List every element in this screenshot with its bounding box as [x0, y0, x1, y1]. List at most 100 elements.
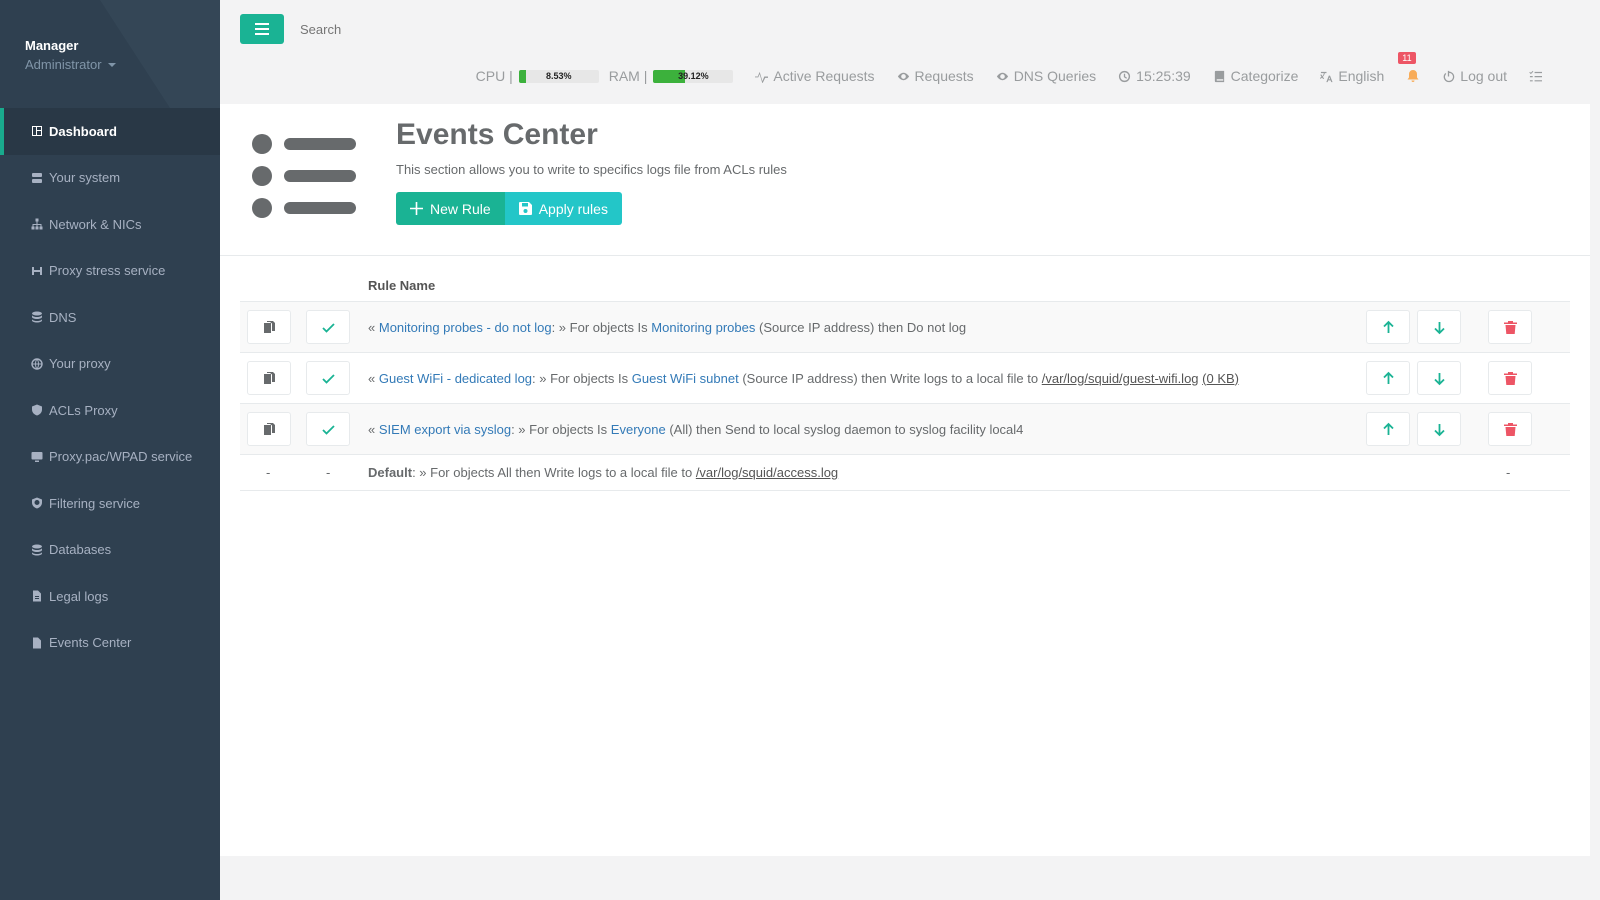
profile-background — [100, 0, 220, 108]
file-icon — [31, 590, 43, 602]
plus-icon — [410, 202, 423, 215]
requests-link[interactable]: Requests — [897, 68, 974, 84]
tasks-toggle[interactable] — [1529, 70, 1542, 83]
sidebar-item-your-proxy[interactable]: Your proxy — [0, 341, 220, 388]
sidebar-item-label: Your system — [49, 170, 121, 186]
apply-rules-button[interactable]: Apply rules — [504, 192, 622, 225]
sidebar-item-databases[interactable]: Databases — [0, 527, 220, 574]
table-row: « SIEM export via syslog: » For objects … — [240, 404, 1570, 455]
delete-button[interactable] — [1488, 310, 1532, 344]
object-link[interactable]: Everyone — [611, 422, 666, 437]
sidebar-item-label: Proxy.pac/WPAD service — [49, 449, 193, 465]
dash: - — [326, 465, 331, 480]
duplicate-button[interactable] — [247, 361, 291, 395]
check-icon — [321, 322, 335, 333]
footer-strip — [220, 856, 1600, 900]
move-down-button[interactable] — [1417, 361, 1461, 395]
move-up-button[interactable] — [1366, 361, 1410, 395]
move-up-button[interactable] — [1366, 412, 1410, 446]
categorize-link[interactable]: Categorize — [1213, 68, 1299, 84]
rule-description: « SIEM export via syslog: » For objects … — [368, 421, 1024, 437]
log-path-link[interactable]: /var/log/squid/guest-wifi.log — [1042, 371, 1199, 386]
table-row: « Guest WiFi - dedicated log: » For obje… — [240, 353, 1570, 404]
enable-toggle[interactable] — [306, 412, 350, 446]
dash: - — [266, 465, 271, 480]
move-down-button[interactable] — [1417, 310, 1461, 344]
delete-button[interactable] — [1488, 361, 1532, 395]
database-icon — [31, 311, 43, 323]
arrow-down-icon — [1433, 372, 1445, 385]
rule-description: « Guest WiFi - dedicated log: » For obje… — [368, 370, 1240, 386]
action-buttons: New Rule Apply rules — [396, 192, 622, 225]
ram-percent: 39.12% — [678, 70, 709, 81]
copy-icon — [263, 371, 275, 384]
arrow-up-icon — [1382, 320, 1394, 333]
rule-name-link[interactable]: Guest WiFi - dedicated log — [379, 371, 532, 386]
arrow-down-icon — [1433, 321, 1445, 334]
trash-icon — [1503, 371, 1517, 385]
page-header: Events Center This section allows you to… — [220, 104, 1590, 256]
default-rule-description: Default: » For objects All then Write lo… — [368, 465, 839, 480]
database-icon — [31, 544, 43, 556]
sidebar-item-dashboard[interactable]: Dashboard — [0, 108, 220, 155]
object-link[interactable]: Monitoring probes — [651, 320, 755, 335]
sidebar-item-acls-proxy[interactable]: ACLs Proxy — [0, 387, 220, 434]
ram-label: RAM | — [608, 68, 648, 84]
delete-button[interactable] — [1488, 412, 1532, 446]
dns-queries-label: DNS Queries — [1013, 68, 1097, 84]
sidebar-item-proxy-pac[interactable]: Proxy.pac/WPAD service — [0, 434, 220, 481]
active-requests-label: Active Requests — [773, 68, 875, 84]
enable-toggle[interactable] — [306, 361, 350, 395]
dns-queries-link[interactable]: DNS Queries — [996, 68, 1096, 84]
profile-role-dropdown[interactable]: Administrator — [25, 57, 220, 72]
rule-name-link[interactable]: Monitoring probes - do not log — [379, 320, 552, 335]
sidebar-item-label: Network & NICs — [49, 216, 142, 232]
network-icon — [31, 218, 43, 230]
bell-icon: 11 — [1398, 52, 1420, 83]
cpu-percent: 8.53% — [545, 70, 572, 81]
enable-toggle[interactable] — [306, 310, 350, 344]
sidebar-item-proxy-stress[interactable]: Proxy stress service — [0, 248, 220, 295]
logout-button[interactable]: Log out — [1442, 68, 1507, 84]
translate-icon — [1320, 71, 1333, 82]
notifications-button[interactable]: 11 — [1398, 52, 1420, 83]
sidebar-item-label: Proxy stress service — [49, 263, 166, 279]
sidebar-item-your-system[interactable]: Your system — [0, 155, 220, 202]
active-requests-link[interactable]: Active Requests — [755, 68, 875, 84]
categorize-label: Categorize — [1230, 68, 1299, 84]
sidebar-item-events-center[interactable]: Events Center — [0, 620, 220, 667]
language-selector[interactable]: English — [1320, 68, 1384, 84]
document-icon — [31, 637, 43, 649]
eye-icon — [996, 72, 1008, 80]
sidebar-item-network[interactable]: Network & NICs — [0, 201, 220, 248]
move-down-button[interactable] — [1417, 412, 1461, 446]
move-up-button[interactable] — [1366, 310, 1410, 344]
sidebar-item-filtering[interactable]: Filtering service — [0, 480, 220, 527]
language-label: English — [1338, 68, 1385, 84]
sidebar-item-label: Your proxy — [49, 356, 111, 372]
shield-check-icon — [31, 497, 43, 509]
sidebar-item-label: ACLs Proxy — [49, 402, 118, 418]
check-icon — [321, 424, 335, 435]
search-input[interactable] — [300, 18, 600, 40]
new-rule-button[interactable]: New Rule — [396, 192, 505, 225]
cpu-label: CPU | — [475, 68, 513, 84]
duplicate-button[interactable] — [247, 412, 291, 446]
object-link[interactable]: Guest WiFi subnet — [632, 371, 739, 386]
table-header: Rule Name — [240, 270, 1570, 302]
check-icon — [321, 373, 335, 384]
duplicate-button[interactable] — [247, 310, 291, 344]
globe-icon — [31, 358, 43, 370]
clock-time: 15:25:39 — [1136, 68, 1191, 84]
menu-toggle-button[interactable] — [240, 14, 284, 44]
arrow-down-icon — [1433, 423, 1445, 436]
sidebar-item-dns[interactable]: DNS — [0, 294, 220, 341]
monitor-icon — [31, 451, 43, 463]
apply-rules-label: Apply rules — [538, 200, 608, 217]
rule-name-link[interactable]: SIEM export via syslog — [379, 422, 511, 437]
arrow-up-icon — [1382, 371, 1394, 384]
sidebar-item-legal-logs[interactable]: Legal logs — [0, 573, 220, 620]
default-log-path-link[interactable]: /var/log/squid/access.log — [696, 465, 838, 480]
trash-icon — [1503, 320, 1517, 334]
sidebar-item-label: Legal logs — [49, 588, 109, 604]
